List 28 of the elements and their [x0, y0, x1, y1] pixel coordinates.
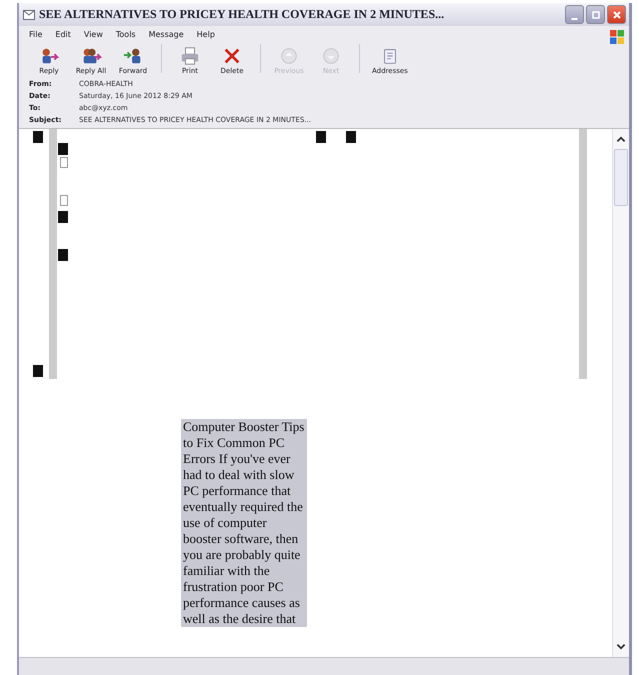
maximize-button[interactable] — [586, 5, 605, 24]
broken-image-icon — [316, 131, 326, 143]
windows-flag-icon — [609, 29, 625, 45]
menu-item[interactable]: Edit — [55, 30, 71, 38]
menu-item[interactable]: Tools — [116, 30, 136, 38]
menu-item[interactable]: File — [29, 30, 42, 38]
scrollbar-thumb[interactable] — [614, 149, 628, 206]
vertical-scrollbar[interactable] — [612, 129, 629, 657]
broken-image-icon — [60, 157, 68, 168]
envelope-icon — [23, 10, 35, 20]
minimize-icon — [571, 18, 578, 20]
menu-item[interactable]: Help — [196, 30, 215, 38]
broken-image-icon — [33, 131, 43, 143]
broken-image-icon — [33, 365, 43, 377]
close-icon — [612, 10, 622, 20]
window-title: SEE ALTERNATIVES TO PRICEY HEALTH COVERAGE IN 2 MINUTES... — [39, 7, 446, 22]
broken-image-icon — [60, 195, 68, 206]
printer-icon — [179, 46, 201, 66]
broken-image-icon — [58, 249, 68, 261]
minimize-button[interactable] — [565, 5, 584, 24]
close-button[interactable] — [607, 5, 626, 24]
broken-image-icon — [58, 143, 68, 155]
broken-image-icon — [346, 131, 356, 143]
broken-image-icon — [58, 211, 68, 223]
maximize-icon — [590, 10, 600, 20]
message-text: Computer Booster Tips to Fix Common PC Errors If you've ever had to deal with slow PC performance that eventually required the use of computer booster software, then you are probably quite familiar with the frustration poor PC performance causes as well as the desire that — [181, 419, 307, 627]
menu-item[interactable]: View — [84, 30, 103, 38]
menu-item[interactable]: Message — [148, 30, 184, 38]
